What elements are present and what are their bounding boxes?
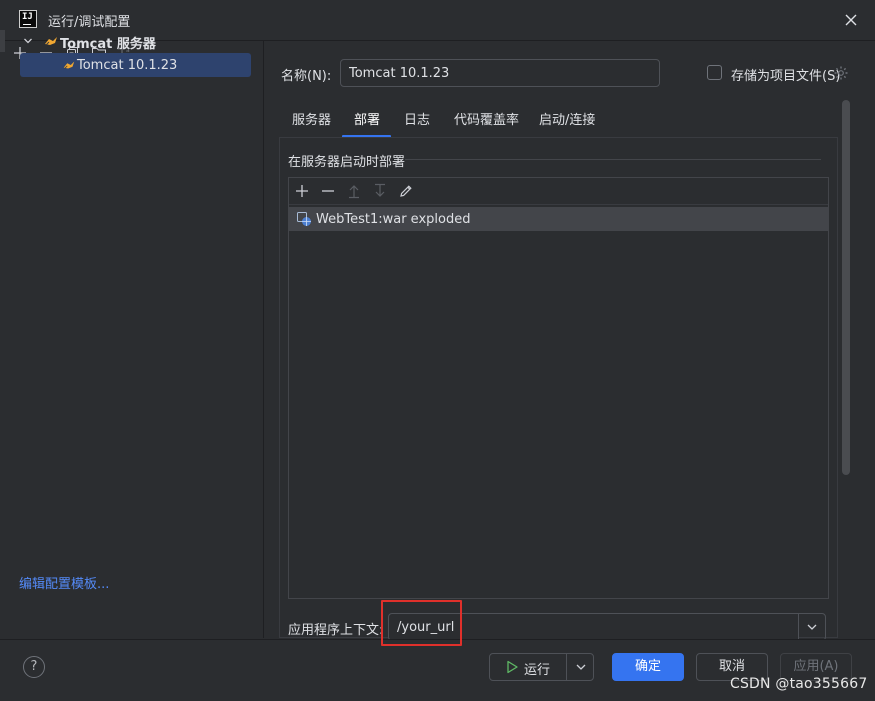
tree-item-label: Tomcat 10.1.23 (77, 58, 178, 73)
name-input[interactable] (340, 59, 660, 87)
section-divider (405, 159, 821, 160)
move-down-icon[interactable] (372, 183, 388, 199)
add-icon[interactable] (294, 183, 310, 199)
tree-item-tomcat-config[interactable]: Tomcat 10.1.23 (20, 53, 251, 77)
name-label: 名称(N): (281, 69, 332, 84)
store-as-project-checkbox[interactable] (707, 65, 722, 80)
panel-edge-marker (0, 30, 5, 52)
configurations-panel: az (0, 41, 264, 638)
tab-logs[interactable]: 日志 (404, 109, 430, 128)
vertical-scrollbar[interactable] (842, 100, 850, 475)
ok-button[interactable]: 确定 (612, 653, 684, 681)
watermark: CSDN @tao355667 (730, 676, 868, 692)
context-input[interactable] (388, 613, 799, 641)
run-button-divider (566, 654, 567, 680)
move-up-icon[interactable] (346, 183, 362, 199)
artifact-label: WebTest1:war exploded (316, 212, 471, 227)
tab-deployment[interactable]: 部署 (354, 109, 380, 128)
edit-templates-link[interactable]: 编辑配置模板... (19, 573, 109, 592)
chevron-down-icon[interactable] (23, 36, 33, 46)
artifact-web-icon (296, 211, 312, 227)
run-button-label[interactable]: 运行 (524, 659, 550, 678)
tab-startup-connection[interactable]: 启动/连接 (539, 109, 595, 128)
tab-server[interactable]: 服务器 (292, 109, 331, 128)
window-title: 运行/调试配置 (48, 15, 131, 30)
remove-icon[interactable] (320, 183, 336, 199)
help-button[interactable]: ? (23, 656, 45, 678)
chevron-down-icon[interactable] (573, 659, 589, 675)
context-dropdown-button[interactable] (798, 613, 826, 641)
store-as-project-label[interactable]: 存储为项目文件(S) (731, 65, 840, 84)
artifact-list (288, 177, 829, 599)
context-label: 应用程序上下文: (288, 623, 384, 638)
tomcat-icon (63, 61, 75, 69)
intellij-app-icon: IJ (19, 10, 37, 28)
tomcat-icon (45, 37, 57, 46)
close-icon[interactable] (843, 12, 859, 28)
section-title: 在服务器启动时部署 (288, 155, 406, 170)
edit-icon[interactable] (398, 183, 414, 199)
tree-group-tomcat[interactable]: Tomcat 服务器 (19, 30, 251, 52)
artifact-list-toolbar (289, 178, 828, 205)
app-icon-text: IJ (22, 12, 33, 22)
gear-icon[interactable] (833, 65, 849, 81)
chevron-down-icon (807, 624, 817, 630)
tab-code-coverage[interactable]: 代码覆盖率 (454, 109, 519, 128)
tree-group-label: Tomcat 服务器 (60, 37, 156, 52)
play-icon (504, 659, 520, 675)
